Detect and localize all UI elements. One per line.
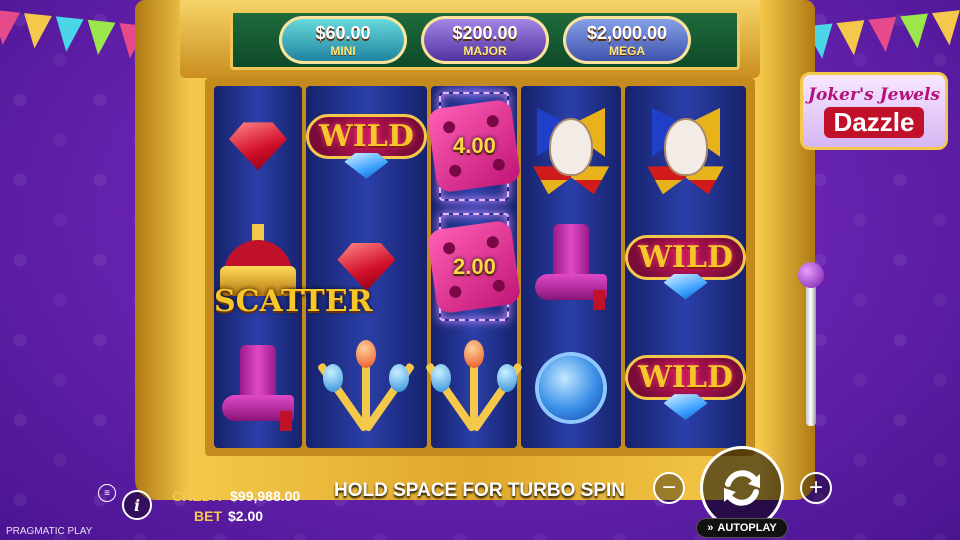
dice-value: 2.00: [452, 254, 496, 280]
reel-cell: [625, 86, 746, 207]
jackpot-panel: $60.00 MINI $200.00 MAJOR $2,000.00 MEGA: [230, 10, 740, 70]
decrease-bet-button[interactable]: −: [653, 472, 685, 504]
reel-cell: [306, 327, 427, 448]
bet-label: BET: [194, 508, 222, 524]
autoplay-label: AUTOPLAY: [717, 522, 777, 534]
jackpot-major: $200.00 MAJOR: [421, 16, 549, 64]
reel-cell: SCATTER: [214, 207, 373, 328]
logo-title: Joker's Jewels: [808, 84, 940, 105]
reel-cell: WILD: [625, 207, 746, 328]
jackpot-label: MINI: [330, 43, 356, 58]
credit-display: CREDIT $99,988.00: [172, 488, 300, 504]
reel-cell: [521, 207, 621, 328]
wild-symbol: WILD: [306, 113, 427, 179]
wild-label: WILD: [306, 113, 427, 159]
joker-icon: [514, 95, 629, 196]
menu-button[interactable]: ≡: [98, 484, 116, 502]
wild-symbol: WILD: [625, 234, 746, 300]
game-logo: Joker's Jewels Dazzle: [800, 72, 948, 150]
red-gem-icon: [337, 243, 396, 291]
info-icon: i: [133, 495, 141, 515]
reel-1: SCATTER: [214, 86, 373, 448]
dice-icon: 4.00: [426, 98, 522, 194]
autoplay-button[interactable]: » AUTOPLAY: [696, 518, 788, 538]
wild-label: WILD: [625, 355, 746, 401]
jackpot-amount: $60.00: [315, 22, 371, 43]
spin-arrows-icon: [724, 470, 760, 506]
jackpot-label: MAJOR: [463, 43, 507, 58]
lever-knob[interactable]: [798, 262, 824, 288]
reel-cell: 4.00: [426, 86, 522, 207]
wild-label: WILD: [625, 234, 746, 280]
bet-display: BET $2.00: [194, 508, 263, 524]
reel-cell: [214, 327, 302, 448]
jackpot-mega: $2,000.00 MEGA: [563, 16, 691, 64]
reel-4: [514, 86, 629, 448]
red-gem-icon: [229, 122, 287, 171]
jackpot-label: MEGA: [609, 43, 645, 58]
info-button[interactable]: i: [122, 490, 152, 520]
bet-value: $2.00: [228, 508, 264, 524]
logo-subtitle: Dazzle: [823, 106, 925, 138]
boot-icon: [218, 344, 298, 431]
jackpot-mini: $60.00 MINI: [279, 16, 407, 64]
boot-icon: [531, 224, 611, 310]
reel-3: 4.00 2.00: [424, 86, 524, 448]
reel-2: WILD: [306, 86, 427, 448]
reel-cell: 2.00: [426, 207, 522, 328]
reels-grid: SCATTER WILD 4.00 2.00 WILD WILD: [214, 86, 746, 448]
minus-icon: −: [661, 474, 676, 501]
dice-value: 4.00: [452, 133, 496, 159]
reel-cell: [424, 327, 524, 448]
credit-value: $99,988.00: [230, 488, 301, 504]
scepters-icon: [424, 339, 524, 436]
joker-icon: [628, 95, 743, 196]
dice-icon: 2.00: [426, 219, 522, 315]
reel-cell: WILD: [306, 86, 427, 207]
scepters-icon: [317, 339, 416, 436]
jackpot-amount: $2,000.00: [586, 22, 668, 43]
increase-bet-button[interactable]: +: [800, 472, 832, 504]
reel-cell: [214, 86, 302, 207]
reel-cell: WILD: [625, 327, 746, 448]
fast-forward-icon: »: [707, 522, 714, 534]
blue-diamond-icon: [663, 394, 708, 421]
jackpot-amount: $200.00: [452, 22, 518, 43]
reel-cell: [306, 207, 427, 328]
blue-diamond-icon: [344, 152, 389, 179]
turbo-spin-message: HOLD SPACE FOR TURBO SPIN: [334, 480, 625, 501]
provider-brand: PRAGMATIC PLAY: [6, 526, 93, 537]
menu-icon: ≡: [104, 487, 110, 499]
credit-label: CREDIT: [172, 488, 225, 504]
lever-stick: [806, 276, 816, 426]
reel-5: WILD WILD: [625, 86, 746, 448]
blue-gem-icon: [539, 355, 604, 420]
reel-cell: [521, 327, 621, 448]
wild-symbol: WILD: [625, 355, 746, 421]
plus-icon: +: [808, 474, 823, 501]
blue-diamond-icon: [663, 273, 708, 300]
reel-cell: [514, 86, 629, 207]
scatter-label: SCATTER: [214, 284, 373, 320]
